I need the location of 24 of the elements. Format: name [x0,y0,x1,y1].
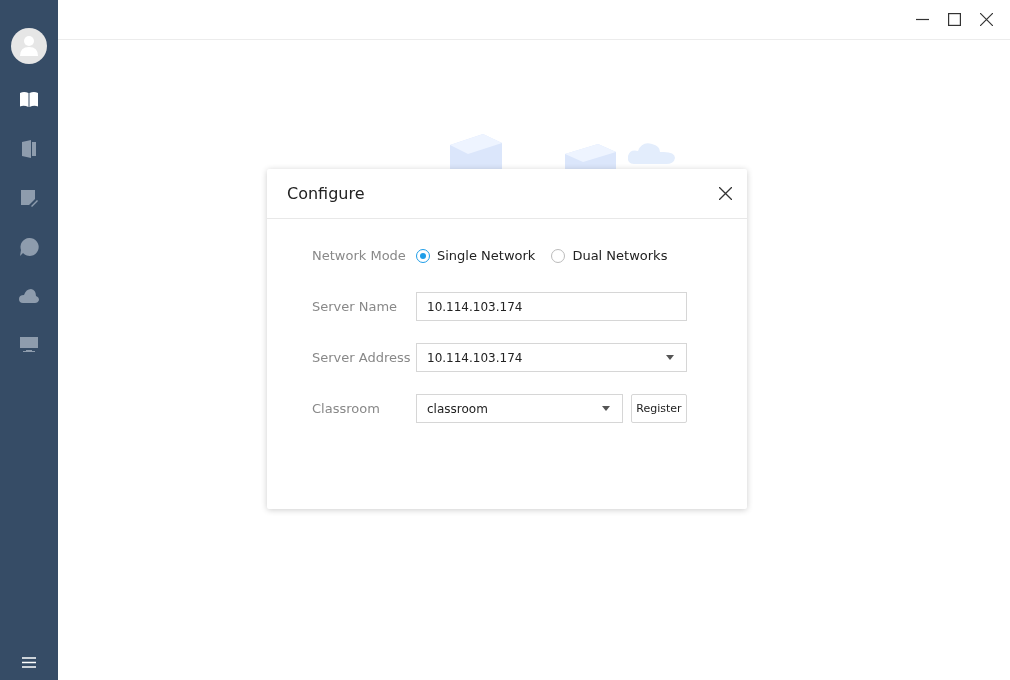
menu-icon[interactable] [22,657,36,668]
server-name-field[interactable]: 10.114.103.174 [416,292,687,321]
radio-label[interactable]: Single Network [437,248,536,263]
cloud-icon[interactable] [19,286,39,306]
server-address-dropdown[interactable]: 10.114.103.174 [416,343,687,372]
close-icon[interactable] [980,13,993,26]
radio-label[interactable]: Dual Networks [572,248,668,263]
register-button[interactable]: Register [631,394,687,423]
monitor-icon[interactable] [19,335,39,355]
field-label: Server Name [312,299,399,314]
field-label: Network Mode [312,248,407,263]
maximize-icon[interactable] [948,13,961,26]
avatar-icon[interactable] [11,28,47,64]
book-icon[interactable] [19,90,39,110]
note-icon[interactable] [19,188,39,208]
chat-icon[interactable] [19,237,39,257]
classroom-dropdown[interactable]: classroom [416,394,623,423]
field-label: Classroom [312,401,381,416]
close-icon[interactable] [719,187,732,200]
dialog-title: Configure [287,184,365,203]
caret-icon [602,406,610,411]
field-label: Server Address [312,350,412,365]
caret-icon [666,355,674,360]
door-icon[interactable] [19,139,39,159]
